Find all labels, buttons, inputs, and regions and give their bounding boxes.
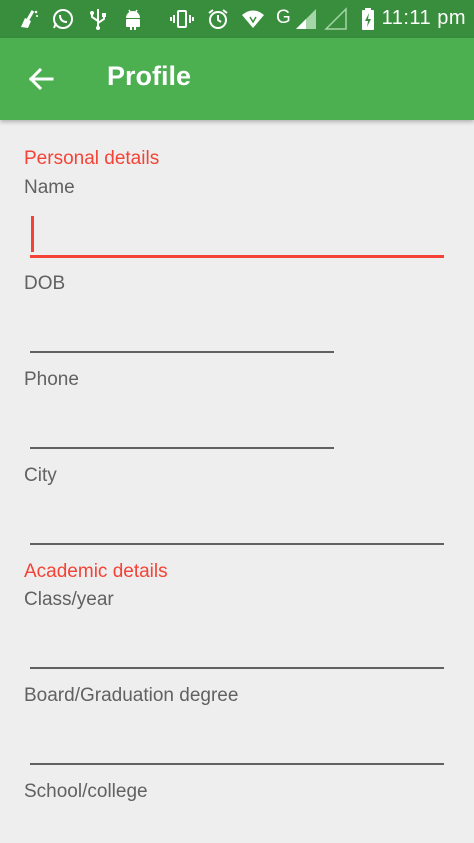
signal-empty-icon bbox=[324, 7, 348, 31]
dob-label: DOB bbox=[24, 273, 66, 294]
text-cursor bbox=[31, 216, 34, 252]
app-bar: Profile bbox=[0, 38, 474, 120]
phone-label: Phone bbox=[24, 369, 79, 390]
status-bar: G 11:11 pm bbox=[0, 0, 474, 38]
class-year-input[interactable] bbox=[30, 629, 444, 669]
usb-icon bbox=[86, 7, 110, 31]
wifi-icon bbox=[241, 7, 265, 31]
phone-input[interactable] bbox=[30, 409, 334, 449]
page-title: Profile bbox=[107, 61, 192, 91]
personal-details-heading: Personal details bbox=[24, 148, 160, 169]
whatsapp-icon bbox=[51, 7, 75, 31]
cleaner-icon bbox=[16, 7, 40, 31]
status-time: 11:11 pm bbox=[381, 7, 466, 29]
name-input[interactable] bbox=[30, 218, 444, 258]
signal-icon bbox=[294, 7, 318, 31]
school-college-label: School/college bbox=[24, 781, 148, 802]
board-degree-label: Board/Graduation degree bbox=[24, 685, 239, 706]
network-type-label: G bbox=[276, 7, 291, 28]
city-input[interactable] bbox=[30, 505, 444, 545]
android-icon bbox=[121, 7, 145, 31]
vibrate-icon bbox=[170, 7, 194, 31]
class-year-label: Class/year bbox=[24, 589, 114, 610]
alarm-icon bbox=[206, 7, 230, 31]
board-degree-input[interactable] bbox=[30, 725, 444, 765]
arrow-back-icon bbox=[28, 67, 54, 91]
name-label: Name bbox=[24, 177, 75, 198]
academic-details-heading: Academic details bbox=[24, 561, 168, 582]
dob-input[interactable] bbox=[30, 313, 334, 353]
back-button[interactable] bbox=[22, 60, 60, 98]
battery-charging-icon bbox=[356, 7, 380, 31]
city-label: City bbox=[24, 465, 57, 486]
